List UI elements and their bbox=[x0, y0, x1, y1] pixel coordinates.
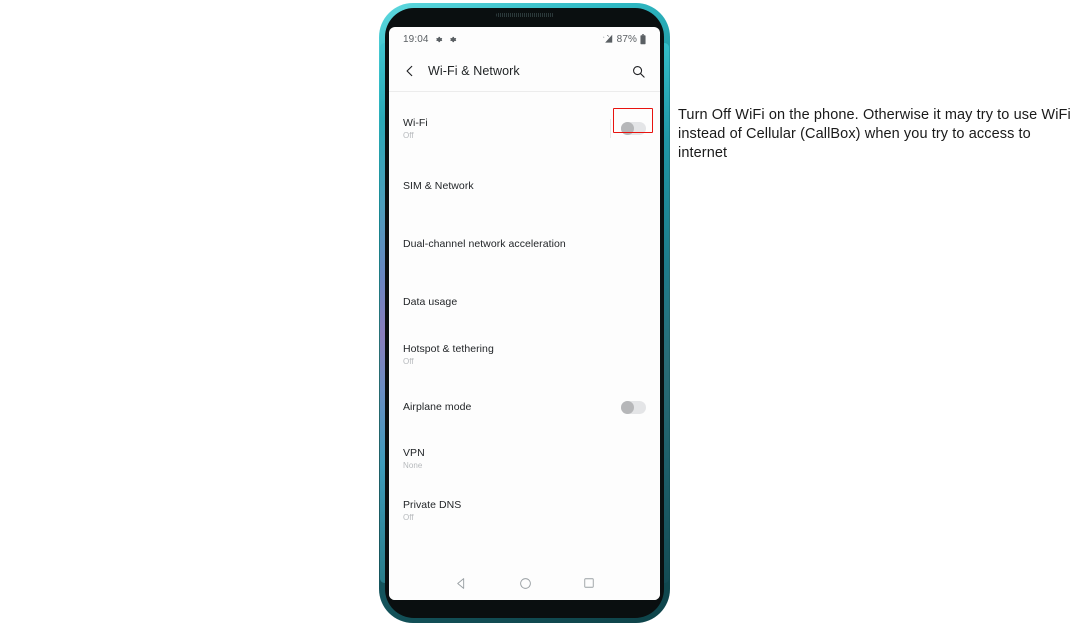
gear-icon bbox=[435, 36, 442, 42]
airplane-mode-toggle[interactable] bbox=[621, 400, 646, 414]
settings-row-title: Airplane mode bbox=[403, 401, 472, 413]
settings-row-title: Private DNS bbox=[403, 498, 462, 511]
settings-row-subtitle: Off bbox=[403, 356, 414, 366]
status-bar-clock: 19:04 bbox=[403, 33, 429, 45]
settings-row-wifi[interactable]: Wi-Fi Off bbox=[389, 106, 660, 150]
earpiece-speaker bbox=[495, 13, 554, 17]
status-bar: 19:04 87% bbox=[389, 27, 660, 51]
settings-row-sim-network[interactable]: SIM & Network bbox=[389, 164, 660, 208]
settings-row-title: SIM & Network bbox=[403, 180, 474, 192]
settings-list: Wi-Fi Off SIM & Network Dual-channel net… bbox=[389, 92, 660, 532]
app-bar: Wi-Fi & Network bbox=[389, 51, 660, 91]
battery-percent-label: 87% bbox=[616, 33, 637, 45]
nav-recents-square-icon[interactable] bbox=[583, 577, 595, 589]
status-bar-left: 19:04 bbox=[403, 34, 457, 45]
nav-back-triangle-icon[interactable] bbox=[455, 577, 468, 590]
row-text: Airplane mode bbox=[403, 401, 471, 413]
row-text: Hotspot & tethering Off bbox=[403, 343, 494, 366]
settings-row-title: VPN bbox=[403, 446, 425, 459]
annotation-text: Turn Off WiFi on the phone. Otherwise it… bbox=[678, 107, 1071, 161]
settings-row-private-dns[interactable]: Private DNS Off bbox=[389, 488, 660, 532]
row-text: Data usage bbox=[403, 296, 457, 308]
battery-icon bbox=[640, 33, 646, 44]
row-text: SIM & Network bbox=[403, 180, 474, 192]
cellular-signal-icon bbox=[602, 34, 612, 43]
settings-row-title: Hotspot & tethering bbox=[403, 342, 494, 355]
toggle-knob bbox=[621, 400, 634, 414]
row-text: Private DNS Off bbox=[403, 499, 461, 522]
page-title: Wi-Fi & Network bbox=[428, 64, 520, 78]
row-text: Dual-channel network acceleration bbox=[403, 238, 566, 250]
back-chevron-icon[interactable] bbox=[403, 64, 417, 78]
android-navigation-bar bbox=[389, 566, 660, 600]
row-vertical-divider bbox=[610, 118, 611, 138]
row-text: Wi-Fi Off bbox=[403, 117, 428, 140]
settings-row-title: Dual-channel network acceleration bbox=[403, 238, 566, 250]
row-text: VPN None bbox=[403, 447, 425, 470]
settings-row-data-usage[interactable]: Data usage bbox=[389, 280, 660, 324]
settings-row-subtitle: None bbox=[403, 460, 423, 470]
search-icon[interactable] bbox=[631, 64, 646, 79]
settings-row-hotspot-tethering[interactable]: Hotspot & tethering Off bbox=[389, 332, 660, 376]
gear-icon bbox=[449, 36, 456, 42]
settings-row-vpn[interactable]: VPN None bbox=[389, 436, 660, 480]
settings-row-airplane-mode[interactable]: Airplane mode bbox=[389, 385, 660, 429]
settings-row-subtitle: Off bbox=[403, 512, 414, 522]
phone-mockup: 19:04 87% Wi-Fi & Network Wi-Fi Off SIM … bbox=[379, 3, 670, 623]
wifi-toggle[interactable] bbox=[621, 121, 646, 135]
nav-home-circle-icon[interactable] bbox=[519, 577, 532, 590]
toggle-knob bbox=[621, 121, 634, 135]
status-bar-right: 87% bbox=[601, 34, 646, 45]
settings-row-title: Data usage bbox=[403, 296, 458, 308]
settings-row-title: Wi-Fi bbox=[403, 116, 428, 129]
settings-row-dual-channel[interactable]: Dual-channel network acceleration bbox=[389, 222, 660, 266]
settings-row-subtitle: Off bbox=[403, 130, 414, 140]
phone-screen: 19:04 87% Wi-Fi & Network Wi-Fi Off SIM … bbox=[389, 27, 660, 600]
